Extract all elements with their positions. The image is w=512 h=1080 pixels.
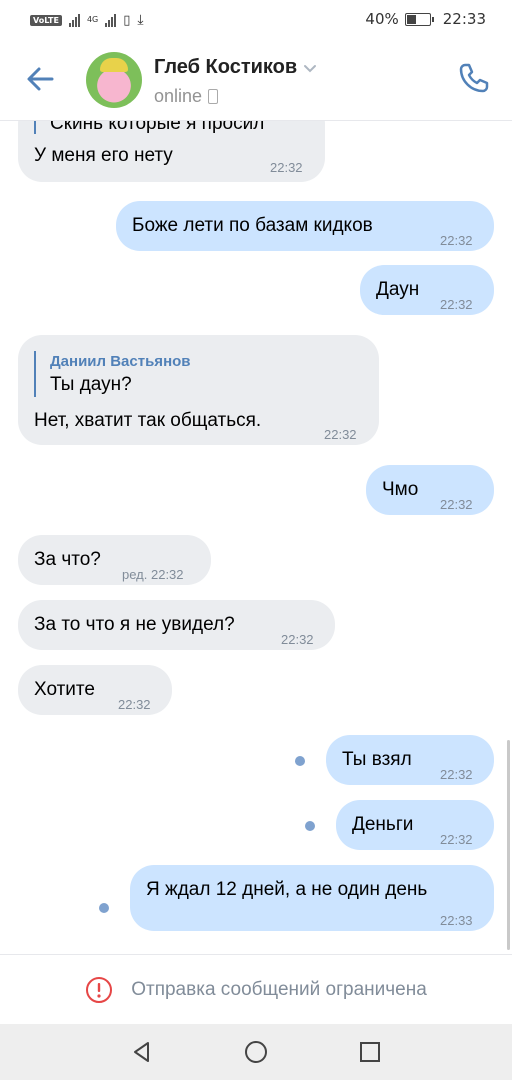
message-incoming[interactable]: Даниил Вастьянов Ты даун? Нет, хватит та… <box>18 335 379 445</box>
message-outgoing[interactable]: Деньги 22:32 <box>336 800 494 850</box>
message-time: 22:32 <box>440 233 473 248</box>
message-time: 22:32 <box>440 497 473 512</box>
message-time: 22:32 <box>440 767 473 782</box>
network-type: 4G <box>86 15 99 24</box>
message-incoming[interactable]: Хотите 22:32 <box>18 665 172 715</box>
chevron-down-icon[interactable] <box>303 63 317 73</box>
message-time: 22:32 <box>324 427 357 442</box>
back-arrow-icon[interactable] <box>24 62 58 96</box>
circle-home-icon[interactable] <box>242 1038 270 1066</box>
clock: 22:33 <box>442 10 486 28</box>
reply-author: Даниил Вастьянов <box>50 353 191 370</box>
message-incoming[interactable]: Скинь которые я просил У меня его нету 2… <box>18 120 325 182</box>
quoted-text: Скинь которые я просил <box>50 120 265 134</box>
message-incoming[interactable]: За то что я не увидел? 22:32 <box>18 600 335 650</box>
message-text: Даун <box>376 279 420 300</box>
volte-badge: VoLTE <box>30 14 62 26</box>
message-text: За что? <box>34 549 101 570</box>
message-time: 22:32 <box>440 832 473 847</box>
chat-header: Глеб Костиков online <box>0 40 512 121</box>
message-text: Деньги <box>352 814 414 835</box>
battery-percent: 40% <box>365 10 399 28</box>
online-status: online <box>154 86 219 107</box>
message-text: Ты взял <box>342 749 412 770</box>
message-outgoing[interactable]: Ты взял 22:32 <box>326 735 494 785</box>
message-time: 22:32 <box>440 297 473 312</box>
message-time: 22:32 <box>118 697 151 712</box>
battery-icon <box>404 12 434 26</box>
warning-circle-icon <box>86 977 113 1003</box>
message-text: Чмо <box>382 479 419 500</box>
message-outgoing[interactable]: Даун 22:32 <box>360 265 494 315</box>
message-text: За то что я не увидел? <box>34 614 235 635</box>
message-outgoing[interactable]: Чмо 22:32 <box>366 465 494 515</box>
reply-bar <box>34 351 36 397</box>
phone-icon[interactable] <box>456 60 492 96</box>
message-list[interactable]: Скинь которые я просил У меня его нету 2… <box>0 120 512 954</box>
restriction-text: Отправка сообщений ограничена <box>131 979 427 1000</box>
triangle-back-icon[interactable] <box>128 1038 156 1066</box>
message-outgoing[interactable]: Я ждал 12 дней, а не один день 22:33 <box>130 865 494 931</box>
status-text: online <box>154 86 203 106</box>
reply-text: Ты даун? <box>50 374 132 395</box>
mobile-icon <box>208 89 219 104</box>
message-text: Я ждал 12 дней, а не один день <box>146 879 428 900</box>
message-text: У меня его нету <box>34 145 173 166</box>
message-outgoing[interactable]: Боже лети по базам кидков 22:32 <box>116 201 494 251</box>
signal-icon-2 <box>105 13 117 27</box>
signal-icon <box>68 13 80 27</box>
download-icon: ⤓ <box>137 12 144 28</box>
scrollbar[interactable] <box>507 740 510 950</box>
avatar[interactable] <box>86 52 142 108</box>
message-time: ред. 22:32 <box>122 567 184 582</box>
unread-dot <box>295 756 305 766</box>
system-navigation-bar <box>0 1024 512 1080</box>
contact-name-row[interactable]: Глеб Костиков <box>154 56 317 79</box>
status-left-icons: VoLTE 4G ▯ ⤓ <box>30 12 144 28</box>
unread-dot <box>99 903 109 913</box>
message-text: Нет, хватит так общаться. <box>34 410 262 431</box>
status-right: 40% 22:33 <box>365 10 486 28</box>
message-time: 22:32 <box>270 160 303 175</box>
message-text: Хотите <box>34 679 95 700</box>
message-incoming[interactable]: За что? ред. 22:32 <box>18 535 211 585</box>
square-recent-icon[interactable] <box>356 1038 384 1066</box>
messaging-restricted-bar: Отправка сообщений ограничена <box>0 954 512 1025</box>
status-bar: VoLTE 4G ▯ ⤓ 40% 22:33 <box>0 0 512 40</box>
message-time: 22:32 <box>281 632 314 647</box>
vibrate-icon: ▯ <box>123 12 131 28</box>
contact-name[interactable]: Глеб Костиков <box>154 56 297 79</box>
unread-dot <box>305 821 315 831</box>
message-time: 22:33 <box>440 913 473 928</box>
quote-bar <box>34 120 36 134</box>
message-text: Боже лети по базам кидков <box>132 215 373 236</box>
